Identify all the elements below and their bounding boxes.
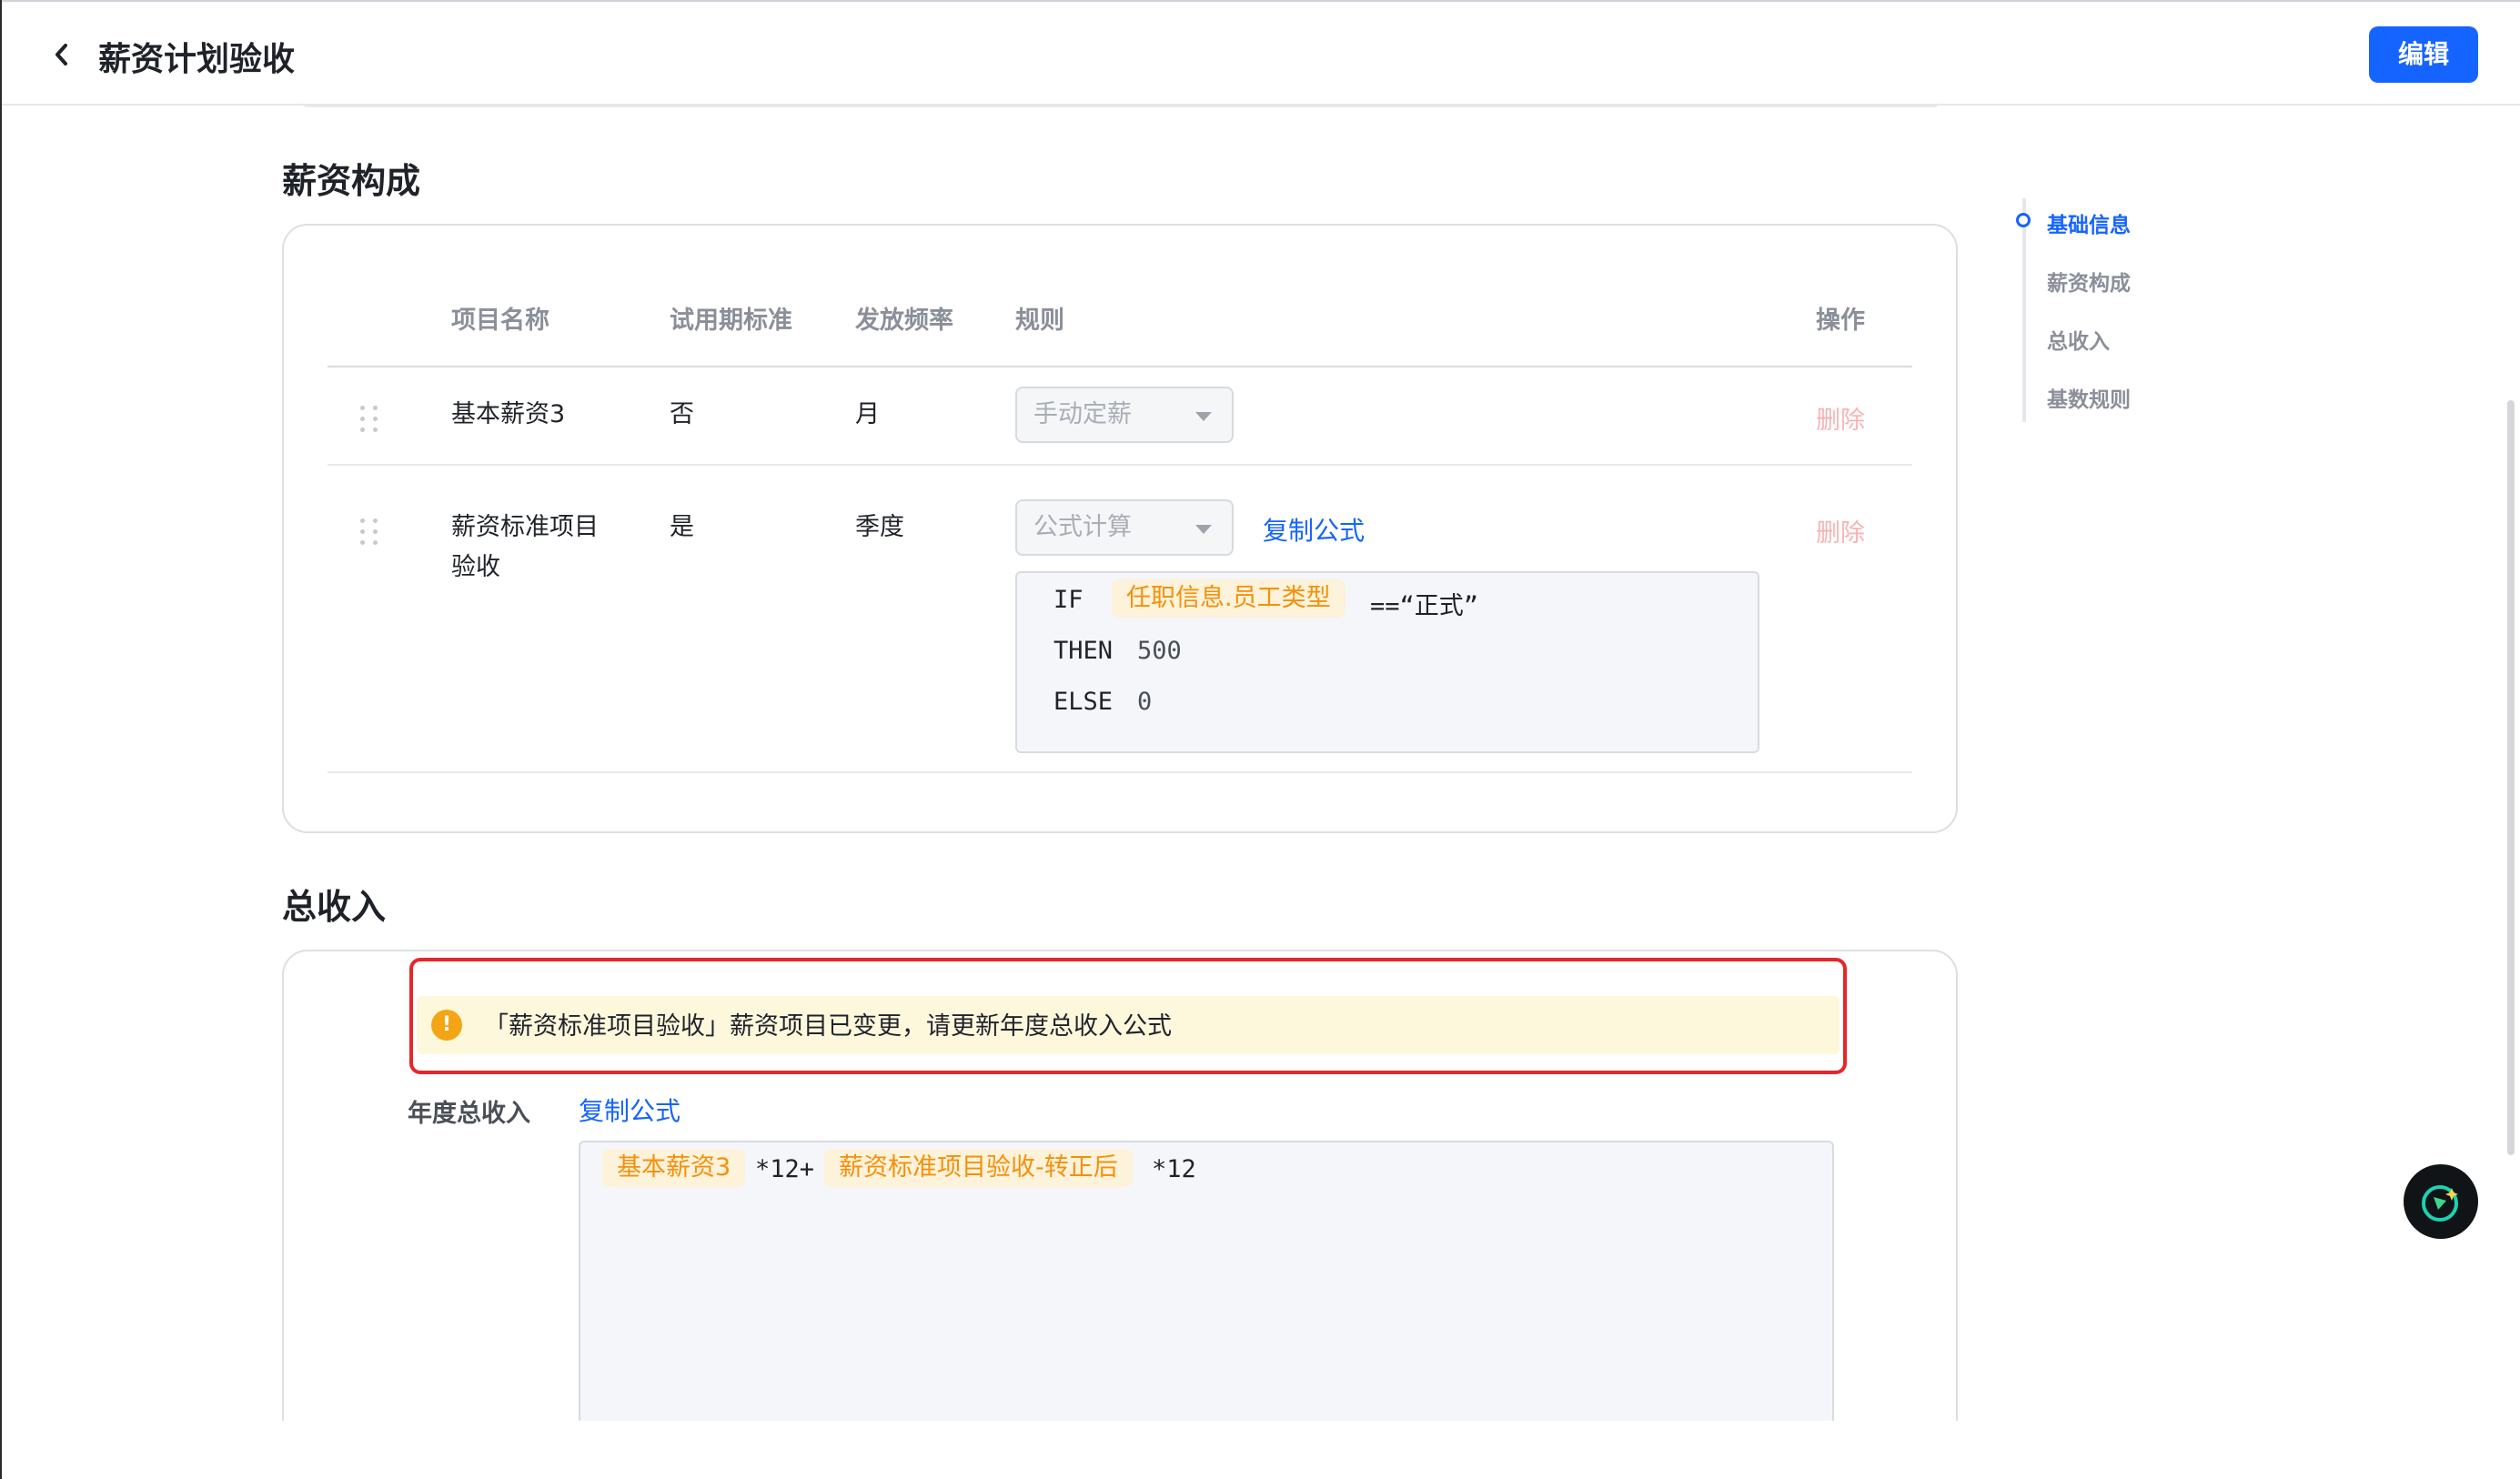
row-divider: [328, 771, 1912, 773]
anchor-active-indicator: [2016, 213, 2031, 227]
assistant-fab-button[interactable]: [2404, 1164, 2478, 1239]
caret-down-icon: [1195, 412, 1212, 421]
drag-handle-icon[interactable]: [360, 518, 382, 546]
row-1-frequency: 月: [855, 400, 880, 428]
column-header-probation: 试用期标准: [670, 307, 792, 335]
page-header: 薪资计划验收 编辑: [2, 0, 2520, 106]
formula-then-keyword: THEN: [1053, 637, 1114, 665]
row-2-frequency: 季度: [855, 513, 904, 541]
previous-card-edge: [302, 102, 1940, 107]
drag-handle-icon[interactable]: [360, 406, 382, 433]
row-1-probation: 否: [670, 400, 694, 428]
column-header-action: 操作: [1816, 307, 1865, 335]
formula-if-keyword: IF: [1053, 586, 1084, 614]
edit-button[interactable]: 编辑: [2369, 26, 2478, 83]
warning-alert-text: 「薪资标准项目验收」薪资项目已变更，请更新年度总收入公式: [484, 1012, 1172, 1041]
rule-select-value: 公式计算: [1033, 513, 1132, 541]
column-header-frequency: 发放频率: [855, 307, 953, 335]
page: 薪资计划验收 编辑 薪资构成 项目名称 试用期标准 发放频率 规则 操作 基本薪…: [0, 0, 2520, 1479]
formula-field-token: 任职信息.员工类型: [1112, 579, 1346, 618]
caret-down-icon: [1195, 525, 1212, 534]
copy-formula-link[interactable]: 复制公式: [1263, 511, 1365, 548]
delete-button[interactable]: 删除: [1816, 513, 1865, 548]
rule-select[interactable]: 公式计算: [1015, 499, 1234, 556]
page-scrollbar[interactable]: [2507, 400, 2515, 1155]
rule-select[interactable]: 手动定薪: [1015, 387, 1234, 443]
row-2-name-line2: 验收: [451, 553, 500, 581]
assistant-icon: [2422, 1185, 2458, 1222]
column-header-name: 项目名称: [451, 307, 549, 335]
section-title-composition: 薪资构成: [282, 161, 421, 201]
formula-else-value: 0: [1137, 688, 1153, 716]
formula-operator: *12: [1152, 1155, 1196, 1183]
column-header-rule: 规则: [1015, 307, 1064, 335]
formula-condition: ==“正式”: [1370, 592, 1479, 620]
formula-token: 薪资标准项目验收-转正后: [824, 1149, 1133, 1187]
row-1-name: 基本薪资3: [451, 400, 566, 428]
anchor-composition[interactable]: 薪资构成: [2047, 266, 2131, 297]
viewport-bottom: [2, 1421, 2495, 1479]
row-2-probation: 是: [670, 513, 694, 541]
anchor-total-income[interactable]: 总收入: [2047, 324, 2110, 355]
formula-then-value: 500: [1137, 637, 1182, 665]
formula-token: 基本薪资3: [602, 1149, 746, 1187]
annual-income-label: 年度总收入: [408, 1100, 530, 1128]
anchor-base-rules[interactable]: 基数规则: [2047, 382, 2131, 413]
row-divider: [328, 464, 1912, 466]
chevron-left-icon[interactable]: [51, 40, 73, 69]
anchor-track: [2022, 198, 2026, 422]
page-title: 薪资计划验收: [98, 41, 296, 78]
anchor-basic-info[interactable]: 基础信息: [2047, 207, 2131, 238]
warning-icon: !: [431, 1010, 462, 1041]
copy-formula-link[interactable]: 复制公式: [579, 1092, 680, 1128]
formula-operator: *12+: [755, 1155, 815, 1183]
rule-select-value: 手动定薪: [1033, 400, 1132, 428]
delete-button[interactable]: 删除: [1816, 400, 1865, 436]
row-2-name-line1: 薪资标准项目: [451, 513, 599, 541]
section-title-income: 总收入: [282, 887, 387, 927]
formula-else-keyword: ELSE: [1053, 688, 1114, 716]
table-header-divider: [328, 366, 1912, 367]
